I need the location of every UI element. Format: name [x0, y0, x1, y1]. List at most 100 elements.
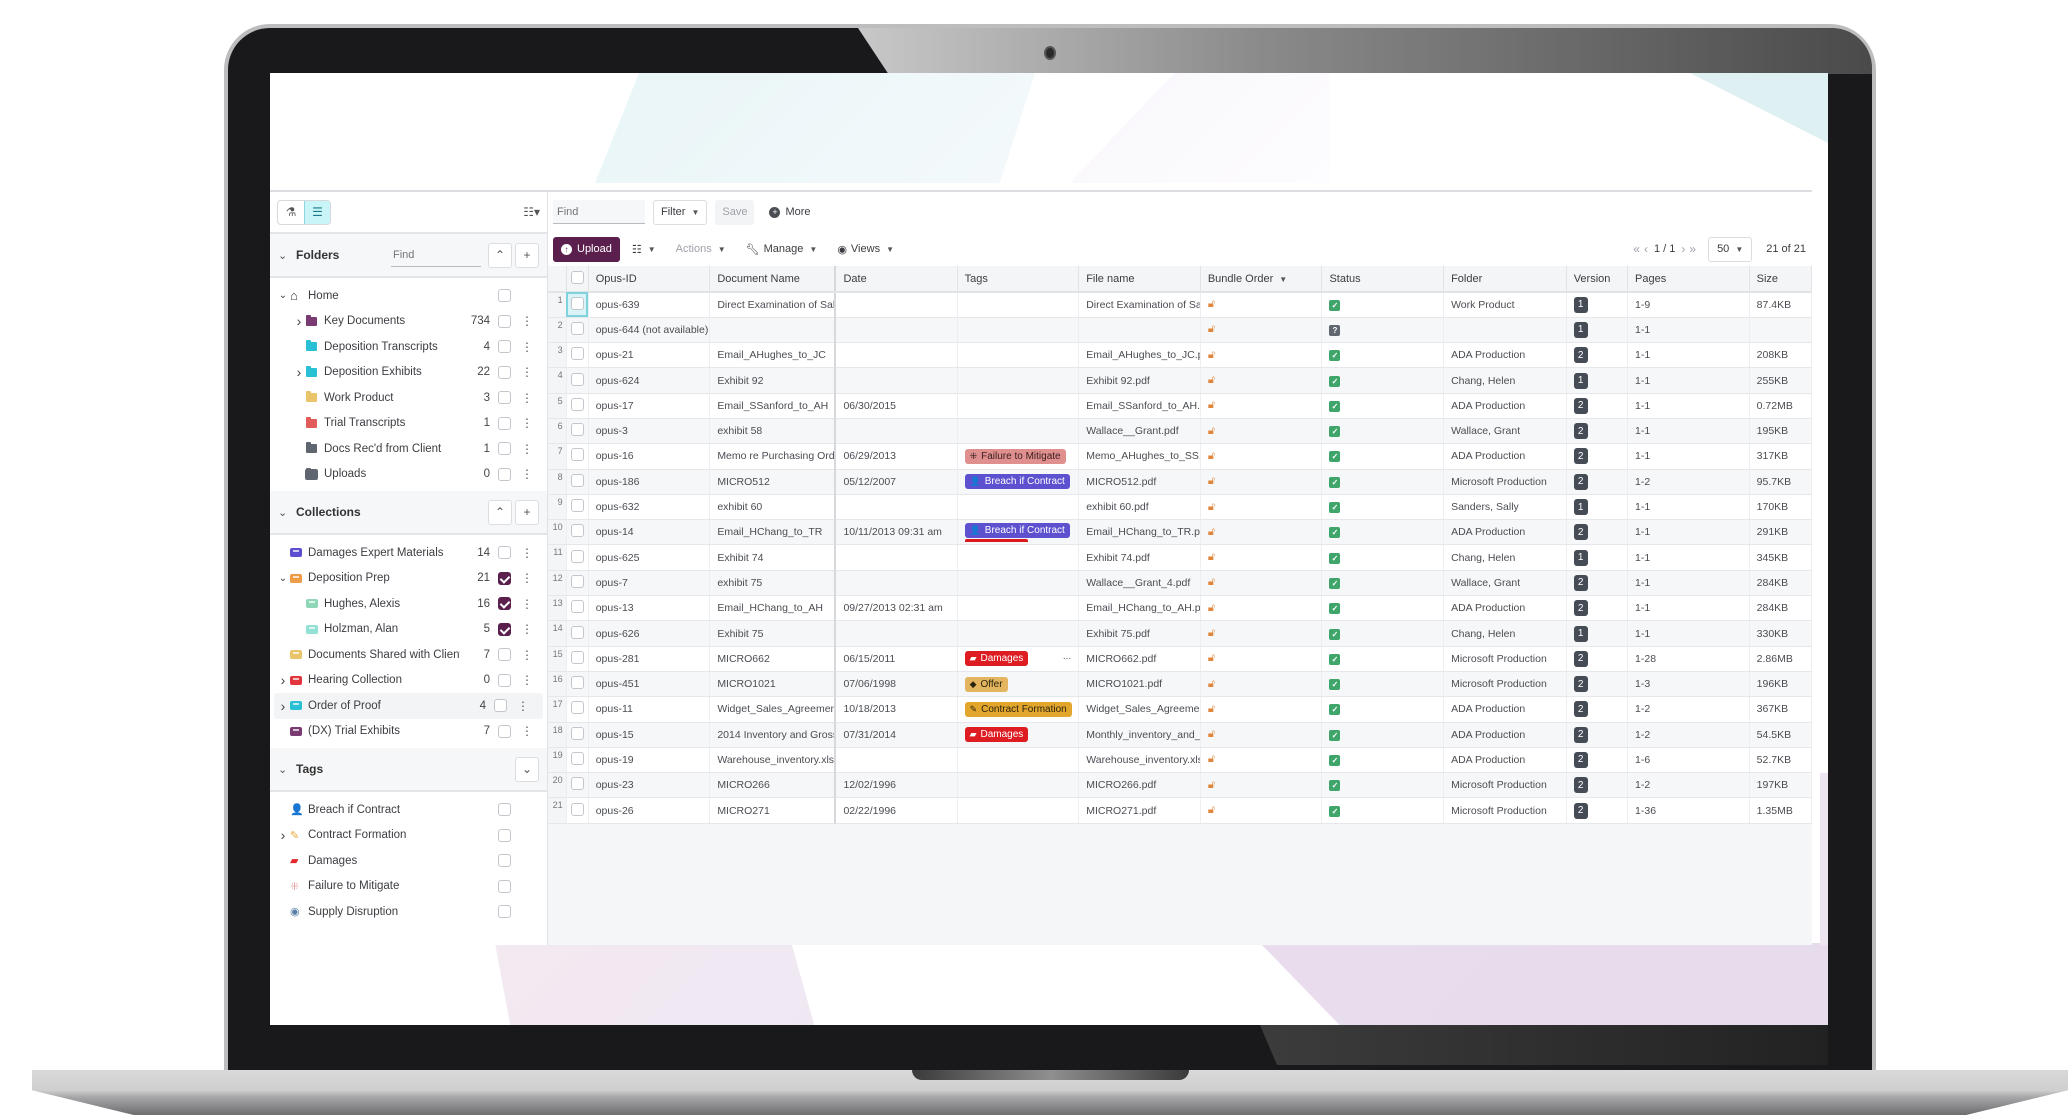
- column-header-tags[interactable]: Tags: [957, 266, 1080, 293]
- next-page-icon[interactable]: ›: [1681, 242, 1685, 256]
- bundle-order-cell[interactable]: 🔓︎: [1200, 544, 1323, 571]
- table-row[interactable]: 17 opus-11 Widget_Sales_Agreement 10/18/201…: [548, 696, 1813, 723]
- version-badge[interactable]: 2: [1573, 574, 1588, 591]
- row-checkbox[interactable]: [570, 701, 584, 715]
- unlock-icon[interactable]: 🔓︎: [1208, 450, 1215, 462]
- version-cell[interactable]: 1: [1566, 292, 1629, 318]
- opus-id-cell[interactable]: opus-13: [588, 595, 711, 622]
- version-badge[interactable]: 1: [1573, 499, 1588, 516]
- filter-button[interactable]: Filter ▼: [653, 199, 708, 225]
- prev-page-icon[interactable]: ‹: [1644, 242, 1648, 256]
- row-checkbox-cell[interactable]: [566, 367, 589, 394]
- tags-cell[interactable]: ▰ Damages...: [957, 646, 1080, 672]
- version-badge[interactable]: 2: [1573, 448, 1588, 465]
- chevron-right-icon[interactable]: ›: [292, 364, 306, 380]
- folder-item[interactable]: Deposition Transcripts 4 ⋮: [270, 334, 547, 360]
- collection-item[interactable]: (DX) Trial Exhibits 7 ⋮: [270, 719, 547, 745]
- collection-checkbox[interactable]: [498, 724, 511, 738]
- file-name-cell[interactable]: exhibit 60.pdf: [1078, 494, 1201, 521]
- version-cell[interactable]: 2: [1566, 393, 1629, 419]
- tags-cell[interactable]: [957, 570, 1080, 597]
- file-name-cell[interactable]: Email_HChang_to_TR.pd: [1078, 519, 1201, 546]
- column-header-pages[interactable]: Pages: [1627, 266, 1750, 293]
- row-checkbox-cell[interactable]: [566, 696, 589, 723]
- tag-checkbox[interactable]: [498, 879, 511, 893]
- column-header-version[interactable]: Version: [1566, 266, 1629, 293]
- chevron-right-icon[interactable]: ›: [292, 313, 306, 329]
- opus-id-cell[interactable]: opus-632: [588, 494, 711, 521]
- opus-id-cell[interactable]: opus-15: [588, 722, 711, 748]
- document-name-cell[interactable]: MICRO662: [709, 646, 836, 672]
- row-checkbox[interactable]: [570, 321, 584, 335]
- more-button[interactable]: + More: [762, 200, 817, 225]
- version-cell[interactable]: 1: [1566, 544, 1629, 571]
- tag-checkbox[interactable]: [498, 828, 511, 842]
- kebab-menu-icon[interactable]: ⋮: [513, 699, 533, 713]
- collection-item[interactable]: Holzman, Alan 5 ⋮: [270, 617, 547, 643]
- row-checkbox[interactable]: [570, 397, 584, 411]
- tag-checkbox[interactable]: [498, 854, 511, 868]
- row-checkbox-cell[interactable]: [566, 620, 589, 647]
- document-name-cell[interactable]: Warehouse_inventory.xlsx: [709, 747, 836, 774]
- version-badge[interactable]: 2: [1573, 650, 1588, 667]
- file-name-cell[interactable]: Email_SSanford_to_AH.p: [1078, 393, 1201, 419]
- table-row[interactable]: 12 opus-7 exhibit 75 Wallace__Grant_4.pdf 🔓︎…: [548, 570, 1813, 597]
- table-row[interactable]: 3 opus-21 Email_AHughes_to_JC Email_AHughes…: [548, 342, 1813, 369]
- table-row[interactable]: 19 opus-19 Warehouse_inventory.xlsx Warehou…: [548, 747, 1813, 774]
- collection-checkbox[interactable]: [498, 597, 511, 611]
- version-cell[interactable]: 2: [1566, 646, 1629, 672]
- tag-chip[interactable]: ◆ Offer: [964, 676, 1008, 692]
- unlock-icon[interactable]: 🔓︎: [1208, 551, 1215, 563]
- unlock-icon[interactable]: 🔓︎: [1208, 703, 1215, 715]
- bundle-order-cell[interactable]: 🔓︎: [1200, 595, 1323, 622]
- folder-item[interactable]: Uploads 0 ⋮: [270, 462, 547, 488]
- opus-id-cell[interactable]: opus-11: [588, 696, 711, 723]
- collection-item[interactable]: › Order of Proof 4 ⋮: [274, 693, 543, 719]
- bundle-order-cell[interactable]: 🔓︎: [1200, 797, 1323, 824]
- chevron-right-icon[interactable]: ›: [276, 827, 290, 843]
- collection-item[interactable]: Damages Expert Materials 14 ⋮: [270, 540, 547, 566]
- save-button[interactable]: Save: [715, 199, 755, 225]
- collection-item[interactable]: Hughes, Alexis 16 ⋮: [270, 591, 547, 617]
- table-row[interactable]: 10 opus-14 Email_HChang_to_TR 10/11/2013 09…: [548, 519, 1813, 546]
- manage-menu[interactable]: 🔧︎ Manage ▼: [746, 243, 818, 256]
- row-checkbox-cell[interactable]: [566, 317, 589, 344]
- table-row[interactable]: 13 opus-13 Email_HChang_to_AH 09/27/2013 02…: [548, 595, 1813, 622]
- version-badge[interactable]: 1: [1573, 549, 1588, 566]
- row-checkbox-cell[interactable]: [566, 671, 589, 698]
- tag-item[interactable]: ⁜ Failure to Mitigate: [270, 874, 547, 900]
- document-name-cell[interactable]: [709, 317, 836, 344]
- tag-chip[interactable]: ✎ Contract Formation: [964, 701, 1072, 717]
- opus-id-cell[interactable]: opus-624: [588, 367, 711, 394]
- version-badge[interactable]: 2: [1573, 777, 1588, 794]
- tags-cell[interactable]: ⁜ Failure to Mitigate: [957, 443, 1080, 470]
- version-cell[interactable]: 1: [1566, 620, 1629, 647]
- document-name-cell[interactable]: 2014 Inventory and Gross: [709, 722, 836, 748]
- row-checkbox-cell[interactable]: [566, 494, 589, 521]
- row-checkbox-cell[interactable]: [566, 772, 589, 799]
- version-cell[interactable]: 2: [1566, 696, 1629, 723]
- kebab-menu-icon[interactable]: ⋮: [517, 622, 537, 636]
- file-name-cell[interactable]: MICRO266.pdf: [1078, 772, 1201, 799]
- bundle-order-cell[interactable]: 🔓︎: [1200, 292, 1323, 318]
- opus-id-cell[interactable]: opus-3: [588, 418, 711, 445]
- folder-item[interactable]: Trial Transcripts 1 ⋮: [270, 411, 547, 437]
- row-checkbox-cell[interactable]: [566, 393, 589, 419]
- opus-id-cell[interactable]: opus-644 (not available): [588, 317, 711, 344]
- document-name-cell[interactable]: Email_SSanford_to_AH: [709, 393, 836, 419]
- kebab-menu-icon[interactable]: ⋮: [517, 571, 537, 585]
- collection-item[interactable]: Documents Shared with Client 7 ⋮: [270, 642, 547, 668]
- table-row[interactable]: 16 opus-451 MICRO1021 07/06/1998 ◆ Offer MICRO…: [548, 671, 1813, 698]
- version-cell[interactable]: 2: [1566, 570, 1629, 597]
- document-name-cell[interactable]: exhibit 60: [709, 494, 836, 521]
- row-checkbox[interactable]: [570, 802, 584, 816]
- file-name-cell[interactable]: Exhibit 92.pdf: [1078, 367, 1201, 394]
- opus-id-cell[interactable]: opus-23: [588, 772, 711, 799]
- version-badge[interactable]: 2: [1573, 802, 1588, 819]
- folder-checkbox[interactable]: [498, 391, 511, 405]
- version-cell[interactable]: 1: [1566, 367, 1629, 394]
- unlock-icon[interactable]: 🔓︎: [1208, 374, 1215, 386]
- version-cell[interactable]: 2: [1566, 519, 1629, 546]
- row-checkbox-cell[interactable]: [566, 544, 589, 571]
- column-header-folder[interactable]: Folder: [1443, 266, 1567, 293]
